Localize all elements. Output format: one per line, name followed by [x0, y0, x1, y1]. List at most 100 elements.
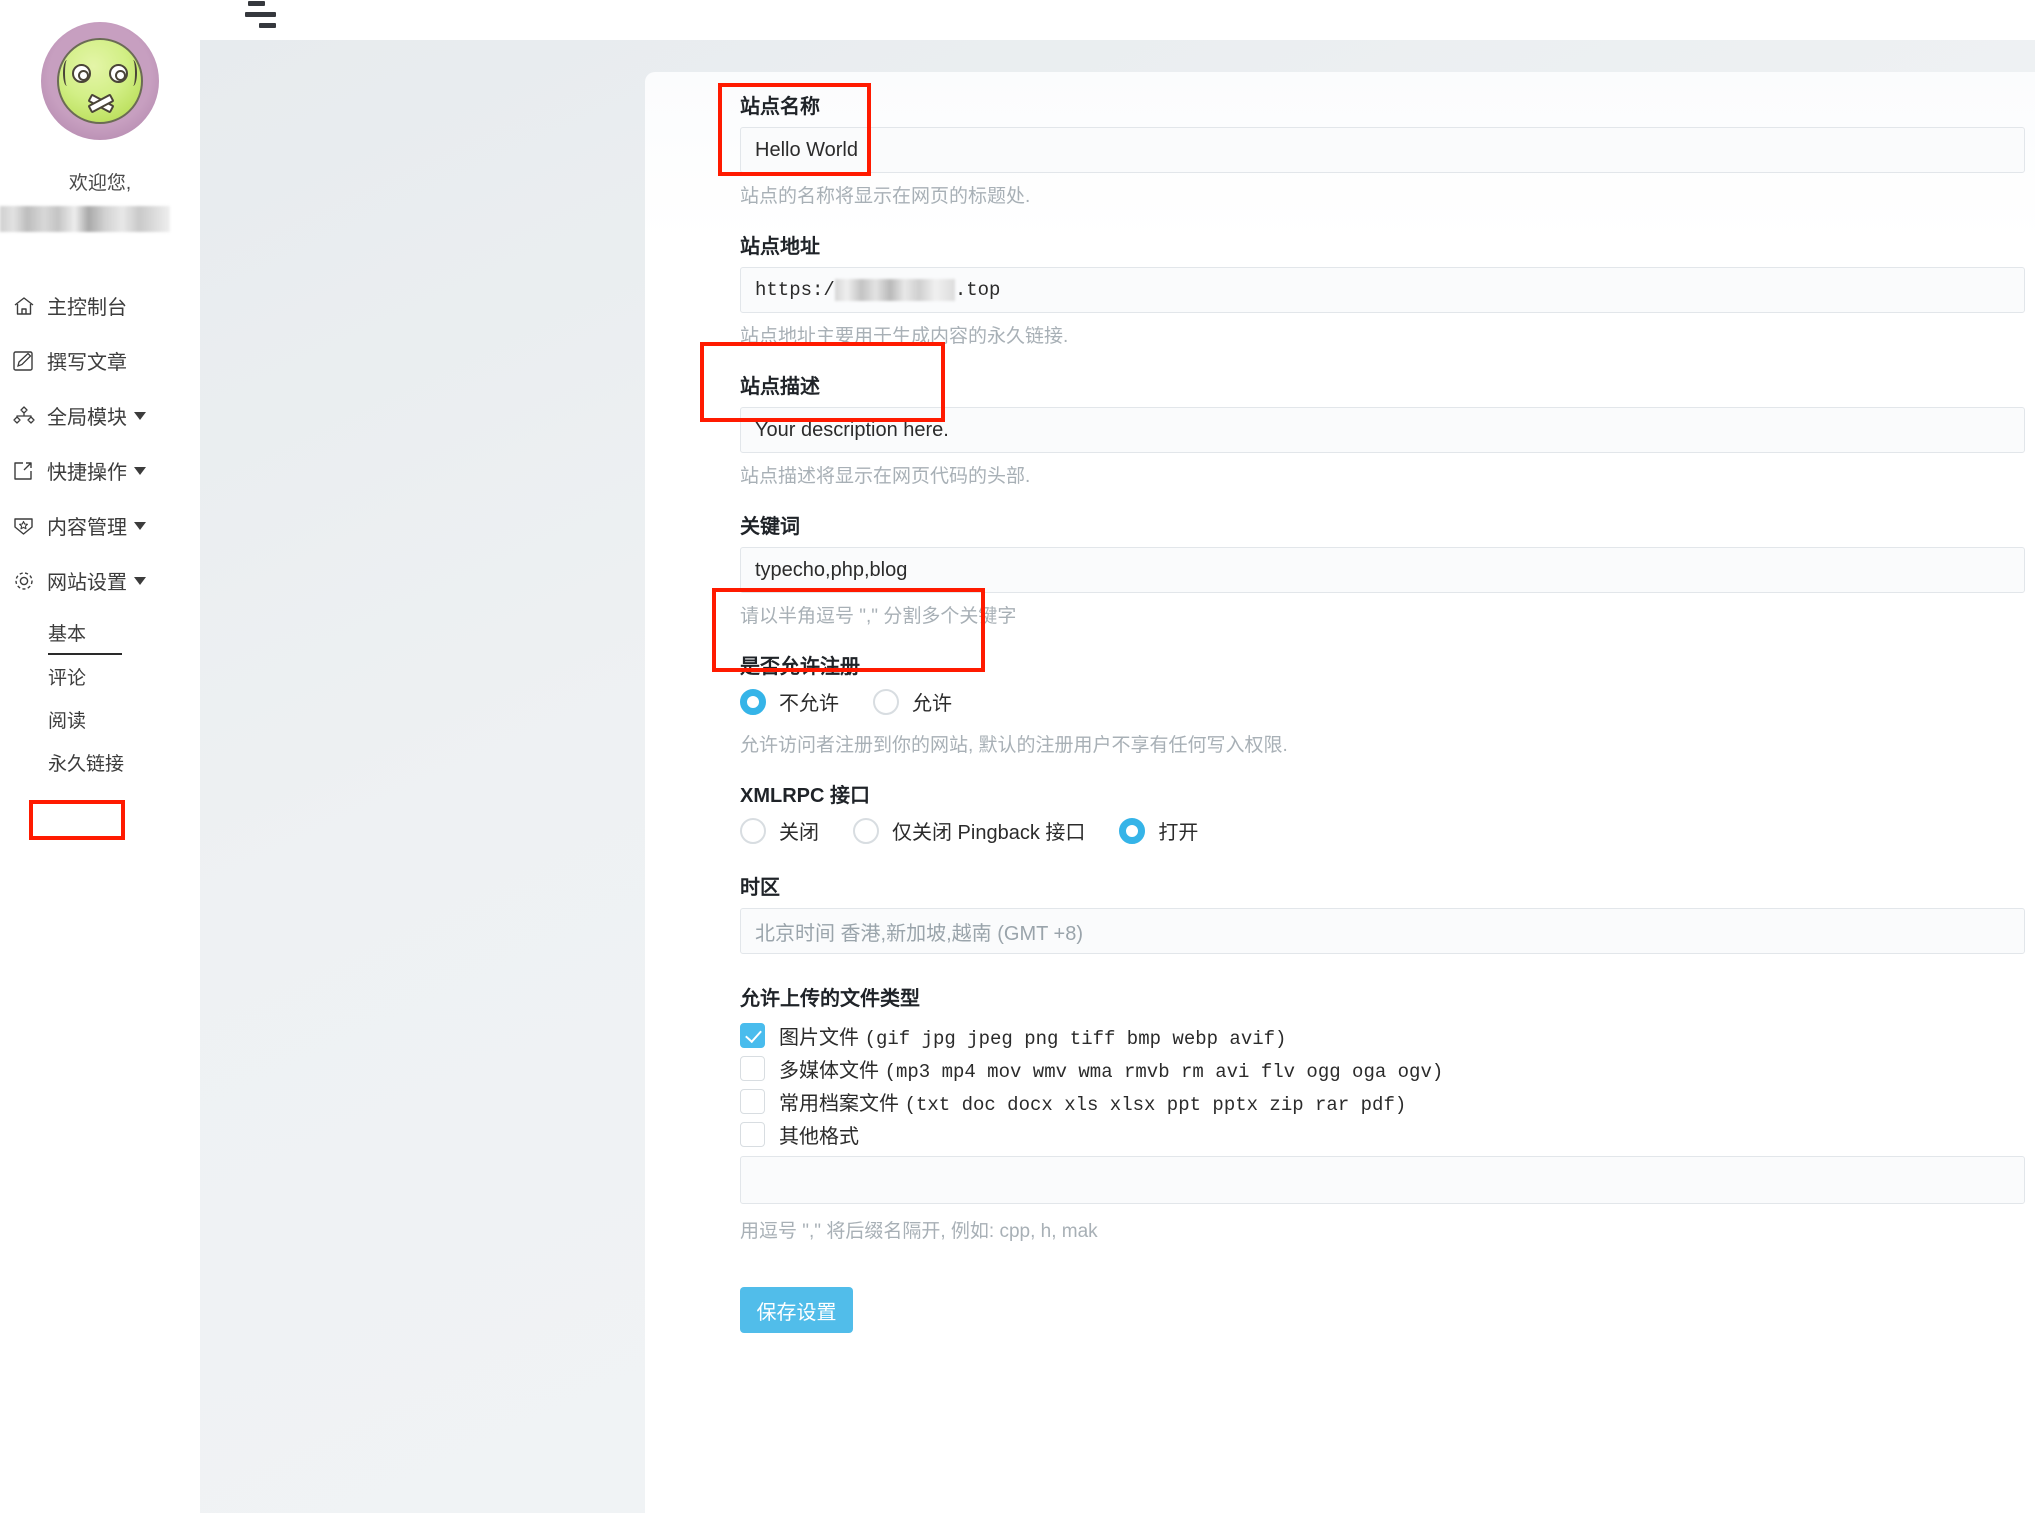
keywords-hint: 请以半角逗号 "," 分割多个关键字 [740, 606, 1017, 627]
shield-star-icon [12, 515, 38, 537]
sidebar-subitem-comments[interactable]: 评论 [0, 655, 200, 698]
avatar[interactable] [41, 22, 159, 140]
sidebar-item-global-modules[interactable]: 全局模块 [0, 388, 200, 443]
site-url-hint: 站点地址主要用于生成内容的永久链接. [740, 326, 1069, 347]
timezone-value: 北京时间 香港,新加坡,越南 (GMT +8) [755, 922, 1083, 945]
hamburger-icon[interactable] [240, 0, 280, 34]
sidebar-item-label: 撰写文章 [47, 352, 127, 374]
allow-register-option-label: 允许 [912, 693, 952, 715]
allow-register-label: 是否允许注册 [740, 656, 860, 678]
allow-register-option-deny[interactable]: 不允许 [740, 687, 839, 716]
upload-type-name: 图片文件 [779, 1026, 859, 1049]
username-redacted [0, 206, 170, 232]
upload-type-exts: (gif jpg jpeg png tiff bmp webp avif) [864, 1027, 1287, 1050]
site-description-label: 站点描述 [740, 376, 820, 398]
timezone-label: 时区 [740, 877, 780, 899]
hamburger-line-1 [248, 1, 265, 6]
allow-register-option-allow[interactable]: 允许 [873, 687, 952, 716]
chevron-down-icon [134, 466, 146, 475]
site-url-prefix: https:/ [755, 279, 835, 301]
upload-type-label: 图片文件 (gif jpg jpeg png tiff bmp webp avi… [779, 1021, 1286, 1050]
site-url-input[interactable]: https:/ .top [740, 267, 2025, 313]
xmlrpc-label: XMLRPC 接口 [740, 785, 870, 807]
other-extensions-hint: 用逗号 "," 将后缀名隔开, 例如: cpp, h, mak [740, 1221, 1098, 1242]
sidebar-item-label: 内容管理 [47, 517, 127, 539]
chevron-down-icon [134, 521, 146, 530]
chevron-down-icon [134, 411, 146, 420]
site-url-redacted [834, 279, 955, 301]
sidebar-subitem-reading[interactable]: 阅读 [0, 698, 200, 741]
eye-left-icon [72, 64, 91, 83]
timezone-select[interactable]: 北京时间 香港,新加坡,越南 (GMT +8) [740, 908, 2025, 954]
taped-mouth-icon [83, 92, 117, 114]
upload-types-label: 允许上传的文件类型 [740, 988, 920, 1010]
save-settings-button[interactable]: 保存设置 [740, 1287, 853, 1333]
swirl-left-icon [63, 60, 71, 86]
checkbox-unchecked-icon [740, 1055, 765, 1081]
xmlrpc-option-label: 打开 [1158, 822, 1199, 844]
site-description-hint: 站点描述将显示在网页代码的头部. [740, 466, 1031, 487]
upload-type-exts: (txt doc docx xls xlsx ppt pptx zip rar … [904, 1093, 1407, 1116]
site-description-value: Your description here. [755, 418, 949, 441]
keywords-input[interactable]: typecho,php,blog [740, 547, 2025, 593]
xmlrpc-option-label: 关闭 [779, 822, 819, 844]
allow-register-hint: 允许访问者注册到你的网站, 默认的注册用户不享有任何写入权限. [740, 735, 1288, 756]
radio-selected-icon [1119, 817, 1146, 844]
upload-type-row-media[interactable]: 多媒体文件 (mp3 mp4 mov wmv wma rmvb rm avi f… [740, 1052, 2020, 1084]
chevron-down-icon [134, 576, 146, 585]
radio-selected-icon [740, 688, 766, 715]
xmlrpc-radio-group: 关闭 仅关闭 Pingback 接口 打开 [740, 816, 2020, 845]
keywords-value: typecho,php,blog [755, 558, 908, 581]
upload-type-label: 多媒体文件 (mp3 mp4 mov wmv wma rmvb rm avi f… [779, 1054, 1443, 1083]
xmlrpc-option-off[interactable]: 关闭 [740, 816, 819, 845]
sidebar-item-dashboard[interactable]: 主控制台 [0, 278, 200, 333]
sidebar-item-label: 全局模块 [47, 407, 127, 429]
checkbox-unchecked-icon [740, 1121, 765, 1147]
sidebar-subitem-basic[interactable]: 基本 [48, 612, 122, 655]
pencil-square-icon [12, 350, 38, 372]
sidebar-item-site-settings[interactable]: 网站设置 [0, 553, 200, 608]
sidebar-item-write-post[interactable]: 撰写文章 [0, 333, 200, 388]
sidebar-item-quick-actions[interactable]: 快捷操作 [0, 443, 200, 498]
radio-unselected-icon [853, 817, 879, 844]
sidebar-subnav: 基本 评论 阅读 永久链接 [0, 612, 200, 784]
site-url-suffix: .top [954, 279, 1001, 301]
gear-icon [12, 570, 38, 592]
sidebar-item-label: 快捷操作 [47, 462, 127, 484]
checkbox-checked-icon [740, 1022, 765, 1048]
upload-type-exts: (mp3 mp4 mov wmv wma rmvb rm avi flv ogg… [884, 1060, 1444, 1083]
sidebar-subitem-permalink[interactable]: 永久链接 [0, 741, 200, 784]
upload-type-row-images[interactable]: 图片文件 (gif jpg jpeg png tiff bmp webp avi… [740, 1019, 2020, 1051]
swirl-right-icon [129, 60, 137, 86]
xmlrpc-option-pingback-off[interactable]: 仅关闭 Pingback 接口 [853, 816, 1085, 845]
avatar-wrapper [0, 22, 200, 140]
radio-unselected-icon [873, 688, 899, 715]
site-name-input[interactable]: Hello World [740, 127, 2025, 173]
settings-form: 站点名称 Hello World 站点的名称将显示在网页的标题处. 站点地址 h… [740, 90, 2025, 1333]
upload-type-row-other[interactable]: 其他格式 [740, 1118, 2020, 1150]
xmlrpc-option-on[interactable]: 打开 [1119, 816, 1198, 845]
sidebar-nav: 主控制台 撰写文章 全局模块 快捷操作 内容管理 网站设置 [0, 278, 200, 608]
sitemap-icon [12, 405, 38, 427]
other-extensions-input[interactable] [740, 1156, 2025, 1204]
sidebar-item-content-management[interactable]: 内容管理 [0, 498, 200, 553]
allow-register-radio-group: 不允许 允许 [740, 687, 2020, 716]
upload-type-name: 多媒体文件 [779, 1059, 879, 1082]
checkbox-unchecked-icon [740, 1088, 765, 1114]
allow-register-option-label: 不允许 [779, 693, 839, 715]
keywords-label: 关键词 [740, 516, 800, 538]
app-root: 欢迎您, 主控制台 撰写文章 全局模块 快捷操作 内容管理 网站设置 基本 评论… [0, 0, 2035, 1513]
upload-type-label: 常用档案文件 (txt doc docx xls xlsx ppt pptx z… [779, 1087, 1406, 1116]
hamburger-line-2 [245, 12, 276, 17]
home-icon [12, 295, 38, 317]
upload-type-name: 常用档案文件 [779, 1092, 899, 1115]
upload-type-row-documents[interactable]: 常用档案文件 (txt doc docx xls xlsx ppt pptx z… [740, 1085, 2020, 1117]
site-url-label: 站点地址 [740, 236, 820, 258]
sidebar: 欢迎您, 主控制台 撰写文章 全局模块 快捷操作 内容管理 网站设置 基本 评论… [0, 0, 200, 1513]
top-bar [200, 0, 2035, 40]
site-description-input[interactable]: Your description here. [740, 407, 2025, 453]
content-panel: 站点名称 Hello World 站点的名称将显示在网页的标题处. 站点地址 h… [645, 72, 2035, 1513]
radio-unselected-icon [740, 817, 766, 844]
hamburger-line-3 [259, 23, 276, 28]
dizzy-face-icon [57, 38, 143, 124]
